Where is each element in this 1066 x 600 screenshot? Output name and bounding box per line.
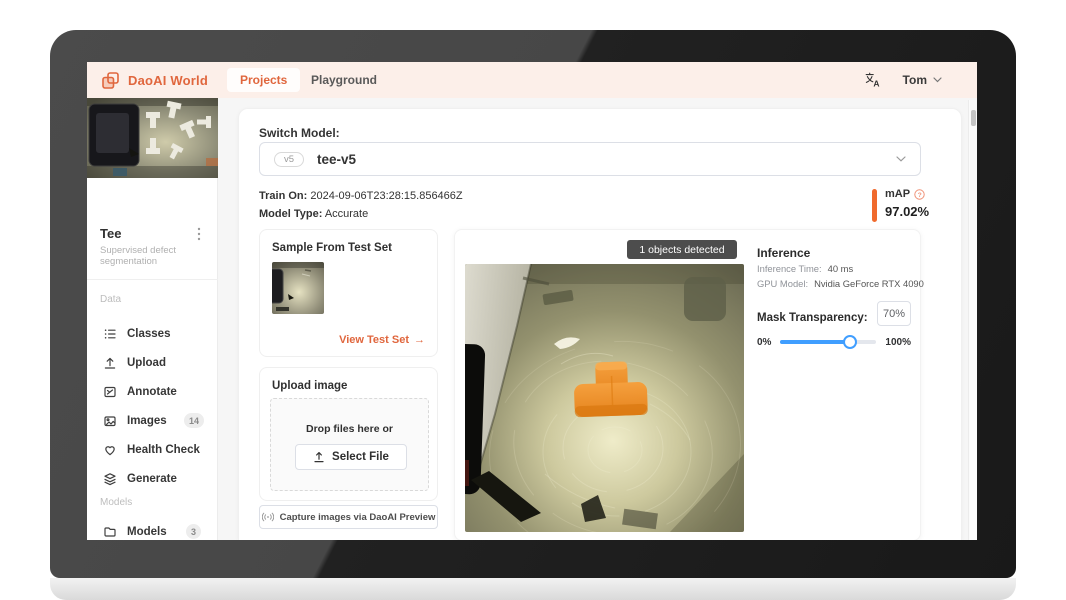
- top-navbar: DaoAI World Projects Playground A Tom: [87, 62, 977, 98]
- model-type-value: Accurate: [325, 208, 368, 220]
- sidebar-item-upload[interactable]: Upload: [87, 350, 218, 376]
- daoai-logo-icon: [101, 71, 120, 90]
- mask-slider[interactable]: [780, 340, 876, 344]
- switch-model-label: Switch Model:: [259, 126, 340, 140]
- test-set-card: Sample From Test Set: [259, 229, 438, 357]
- images-icon: [103, 414, 117, 428]
- gpu-model-label: GPU Model:: [757, 278, 808, 289]
- test-set-thumbnail[interactable]: [272, 262, 324, 314]
- sidebar-item-classes[interactable]: Classes: [87, 321, 218, 347]
- arrow-right-icon: →: [414, 334, 425, 346]
- capture-icon: [262, 512, 274, 522]
- svg-text:?: ?: [918, 192, 922, 199]
- detection-image[interactable]: [465, 264, 744, 532]
- inference-time-value: 40 ms: [828, 263, 854, 274]
- classes-icon: [103, 327, 117, 341]
- upload-icon: [103, 356, 117, 370]
- map-accent-bar: [872, 189, 877, 222]
- project-name: Tee: [100, 226, 121, 241]
- mask-transparency-input[interactable]: 70%: [877, 301, 911, 326]
- sidebar-item-health-check[interactable]: Health Check: [87, 437, 218, 463]
- train-on-value: 2024-09-06T23:28:15.856466Z: [310, 190, 462, 202]
- brand-name: DaoAI World: [128, 73, 208, 88]
- objects-detected-badge: 1 objects detected: [627, 240, 737, 259]
- divider: [87, 279, 218, 280]
- section-label-data: Data: [100, 294, 121, 305]
- chevron-down-icon: [896, 156, 906, 162]
- content-card: Switch Model: v5 tee-v5 Train On: 2024-0…: [238, 108, 962, 540]
- map-label: mAP: [885, 188, 910, 200]
- test-set-title: Sample From Test Set: [272, 242, 392, 254]
- inference-panel: Inference Inference Time: 40 ms GPU Mode…: [757, 246, 911, 526]
- slider-max-label: 100%: [885, 337, 911, 348]
- mask-transparency-label: Mask Transparency:: [757, 306, 868, 330]
- view-test-set-link[interactable]: View Test Set→: [339, 334, 425, 346]
- user-name: Tom: [903, 73, 927, 87]
- chevron-down-icon: [933, 77, 942, 83]
- images-count-badge: 14: [184, 413, 204, 428]
- help-icon[interactable]: ?: [914, 189, 925, 200]
- sidebar: Tee Supervised defect segmentation Data …: [87, 98, 218, 540]
- model-select-dropdown[interactable]: v5 tee-v5: [259, 142, 921, 176]
- page: DaoAI World Projects Playground A Tom: [0, 0, 1066, 600]
- sidebar-item-annotate[interactable]: Annotate: [87, 379, 218, 405]
- models-count-badge: 3: [186, 524, 201, 539]
- model-type-label: Model Type:: [259, 208, 322, 220]
- translate-icon[interactable]: A: [864, 72, 881, 88]
- model-name: tee-v5: [317, 152, 883, 167]
- brand[interactable]: DaoAI World: [101, 71, 208, 90]
- upload-card: Upload image Drop files here or Select F…: [259, 367, 438, 501]
- gpu-model-value: Nvidia GeForce RTX 4090: [814, 278, 924, 289]
- upload-title: Upload image: [272, 380, 347, 392]
- sidebar-item-generate[interactable]: Generate: [87, 466, 218, 492]
- app-screen: DaoAI World Projects Playground A Tom: [87, 62, 977, 540]
- scrollbar-thumb[interactable]: [971, 110, 976, 126]
- health-check-icon: [103, 443, 117, 457]
- models-folder-icon: [103, 525, 117, 539]
- svg-text:A: A: [873, 79, 879, 88]
- inference-time-label: Inference Time:: [757, 263, 822, 274]
- main-content: Switch Model: v5 tee-v5 Train On: 2024-0…: [218, 98, 977, 540]
- annotate-icon: [103, 385, 117, 399]
- section-label-models: Models: [100, 497, 132, 508]
- laptop-base: [50, 578, 1016, 600]
- inference-title: Inference: [757, 246, 810, 260]
- project-thumbnail[interactable]: [87, 98, 218, 178]
- model-meta: Train On: 2024-09-06T23:28:15.856466Z Mo…: [259, 188, 463, 223]
- select-file-upload-icon: [313, 451, 325, 463]
- tab-projects[interactable]: Projects: [227, 68, 300, 92]
- drop-text: Drop files here or: [271, 423, 428, 435]
- mask-slider-fill: [780, 340, 849, 344]
- model-version-badge: v5: [274, 152, 304, 167]
- generate-icon: [103, 472, 117, 486]
- detection-card: 1 objects detected: [454, 229, 921, 540]
- tab-playground[interactable]: Playground: [303, 68, 385, 92]
- map-value: 97.02%: [885, 204, 929, 219]
- scrollbar[interactable]: [968, 100, 977, 540]
- kebab-menu-icon[interactable]: [191, 226, 207, 242]
- train-on-label: Train On:: [259, 190, 307, 202]
- mask-slider-handle[interactable]: [843, 335, 857, 349]
- project-description: Supervised defect segmentation: [100, 245, 202, 267]
- slider-min-label: 0%: [757, 337, 771, 348]
- capture-preview-button[interactable]: Capture images via DaoAI Preview: [259, 505, 438, 529]
- user-menu[interactable]: Tom: [903, 73, 942, 87]
- select-file-button[interactable]: Select File: [295, 444, 407, 470]
- file-dropzone[interactable]: Drop files here or Select File: [270, 398, 429, 491]
- mask-slider-row: 0% 100%: [757, 334, 911, 350]
